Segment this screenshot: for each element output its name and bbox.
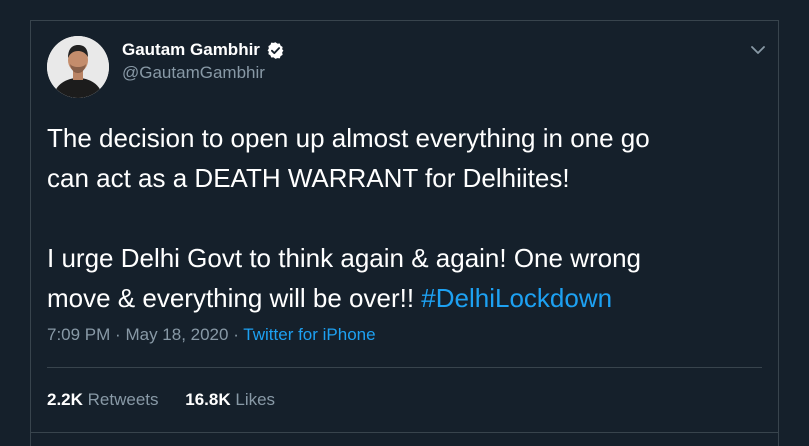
author-name-row[interactable]: Gautam Gambhir bbox=[122, 40, 285, 60]
right-border bbox=[778, 20, 779, 446]
author-display-name[interactable]: Gautam Gambhir bbox=[122, 40, 260, 60]
tweet-date[interactable]: May 18, 2020 bbox=[125, 325, 228, 344]
tweet-line-with-hashtag: move & everything will be over!! #DelhiL… bbox=[47, 278, 767, 318]
hashtag-link[interactable]: #DelhiLockdown bbox=[421, 283, 612, 313]
tweet-meta: 7:09 PM · May 18, 2020 · Twitter for iPh… bbox=[47, 325, 376, 345]
likes-count: 16.8K bbox=[185, 390, 231, 409]
avatar-image bbox=[47, 36, 109, 98]
likes-stat[interactable]: 16.8K Likes bbox=[185, 390, 275, 409]
top-divider bbox=[30, 20, 779, 21]
tweet-line-text: move & everything will be over!! bbox=[47, 283, 415, 313]
retweets-count: 2.2K bbox=[47, 390, 83, 409]
retweets-stat[interactable]: 2.2K Retweets bbox=[47, 390, 159, 409]
tweet-line: The decision to open up almost everythin… bbox=[47, 123, 650, 153]
tweet-line: I urge Delhi Govt to think again & again… bbox=[47, 243, 642, 273]
tweet-line: can act as a DEATH WARRANT for Delhiites… bbox=[47, 163, 570, 193]
stats-divider bbox=[47, 367, 762, 368]
meta-separator: · bbox=[233, 325, 239, 344]
retweets-label: Retweets bbox=[87, 390, 159, 409]
tweet-source-link[interactable]: Twitter for iPhone bbox=[243, 325, 375, 344]
verified-badge-icon bbox=[266, 41, 285, 60]
tweet-time[interactable]: 7:09 PM bbox=[47, 325, 110, 344]
avatar[interactable] bbox=[47, 36, 109, 98]
author-handle[interactable]: @GautamGambhir bbox=[122, 63, 265, 83]
tweet-text: The decision to open up almost everythin… bbox=[47, 118, 767, 318]
left-border bbox=[30, 20, 31, 446]
meta-separator: · bbox=[115, 325, 121, 344]
chevron-down-icon[interactable] bbox=[748, 40, 768, 60]
tweet-stats: 2.2K Retweets 16.8K Likes bbox=[47, 390, 275, 410]
bottom-divider bbox=[30, 432, 779, 433]
likes-label: Likes bbox=[235, 390, 276, 409]
